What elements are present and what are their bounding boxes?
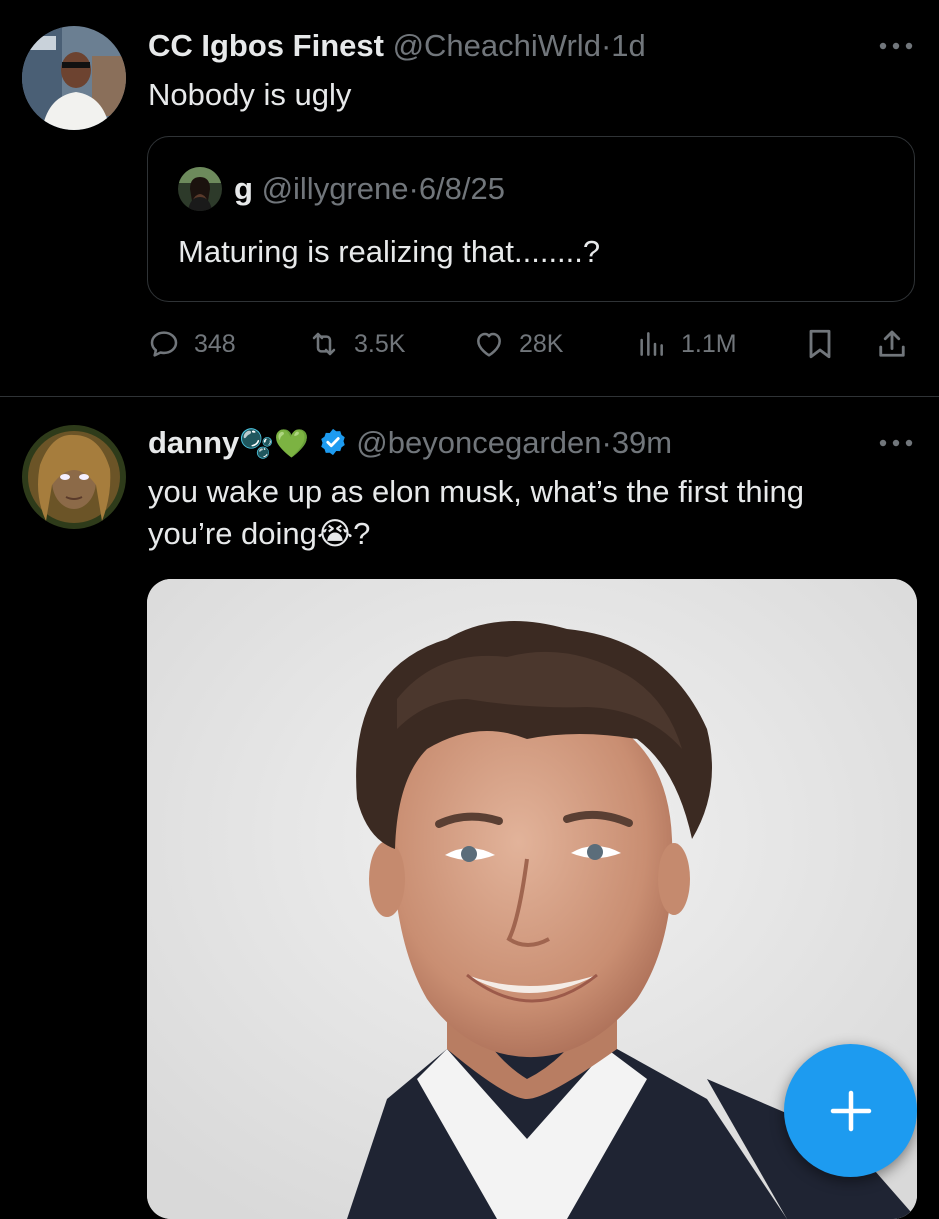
quoted-avatar[interactable] [178,167,222,211]
views-button[interactable]: 1.1M [635,322,737,366]
quoted-handle[interactable]: @illygrene [262,171,409,206]
like-button[interactable]: 28K [473,322,563,366]
views-count: 1.1M [681,329,737,358]
repost-button[interactable]: 3.5K [308,322,405,366]
like-count: 28K [519,329,564,358]
reply-button[interactable]: 348 [148,322,236,366]
more-icon[interactable] [877,36,915,56]
reply-icon [150,331,178,357]
reply-count: 348 [194,329,236,358]
display-name[interactable]: danny [148,425,239,460]
bookmark-icon [809,329,831,359]
views-icon [640,332,663,356]
handle[interactable]: @beyoncegarden [356,425,601,460]
tweet-text: Nobody is ugly [148,77,352,112]
timestamp[interactable]: 1d [611,28,645,63]
tweet-header: danny🫧💚 @beyoncegarden·39m [148,423,672,464]
avatar[interactable] [22,425,126,529]
share-button[interactable] [874,322,910,366]
separator-dot: · [600,28,612,63]
separator-dot: · [601,425,612,460]
tweet-cc-igbos-finest[interactable]: CC Igbos Finest @CheachiWrld·1d Nobody i… [0,0,939,397]
avatar[interactable] [22,26,126,130]
share-icon [879,330,905,357]
tweet-text-line-2: you’re doing😭? [148,516,371,551]
like-icon [477,332,501,357]
quoted-separator-dot: · [408,171,419,206]
repost-icon [312,332,336,356]
quoted-header: g @illygrene·6/8/25 [234,169,505,209]
bookmark-button[interactable] [802,322,838,366]
compose-plus-icon [830,1090,871,1131]
quoted-timestamp[interactable]: 6/8/25 [419,171,505,206]
timestamp[interactable]: 39m [612,425,672,460]
repost-count: 3.5K [354,329,406,358]
tweet-text: you wake up as elon musk, what’s the fir… [148,471,804,555]
compose-button[interactable] [784,1044,917,1177]
tweet-header: CC Igbos Finest @CheachiWrld·1d [148,26,646,66]
quoted-display-name[interactable]: g [234,171,253,206]
quoted-tweet[interactable]: g @illygrene·6/8/25 Maturing is realizin… [147,136,915,302]
tweet-text-line-1: you wake up as elon musk, what’s the fir… [148,474,804,509]
quoted-text: Maturing is realizing that........? [178,234,601,269]
more-icon[interactable] [877,433,915,453]
handle[interactable]: @CheachiWrld [393,28,601,63]
name-emoji: 🫧💚 [239,428,310,459]
verified-badge-icon [318,427,348,457]
display-name[interactable]: CC Igbos Finest [148,28,384,63]
tweet-actions: 348 3.5K 28K 1.1M [148,322,918,366]
